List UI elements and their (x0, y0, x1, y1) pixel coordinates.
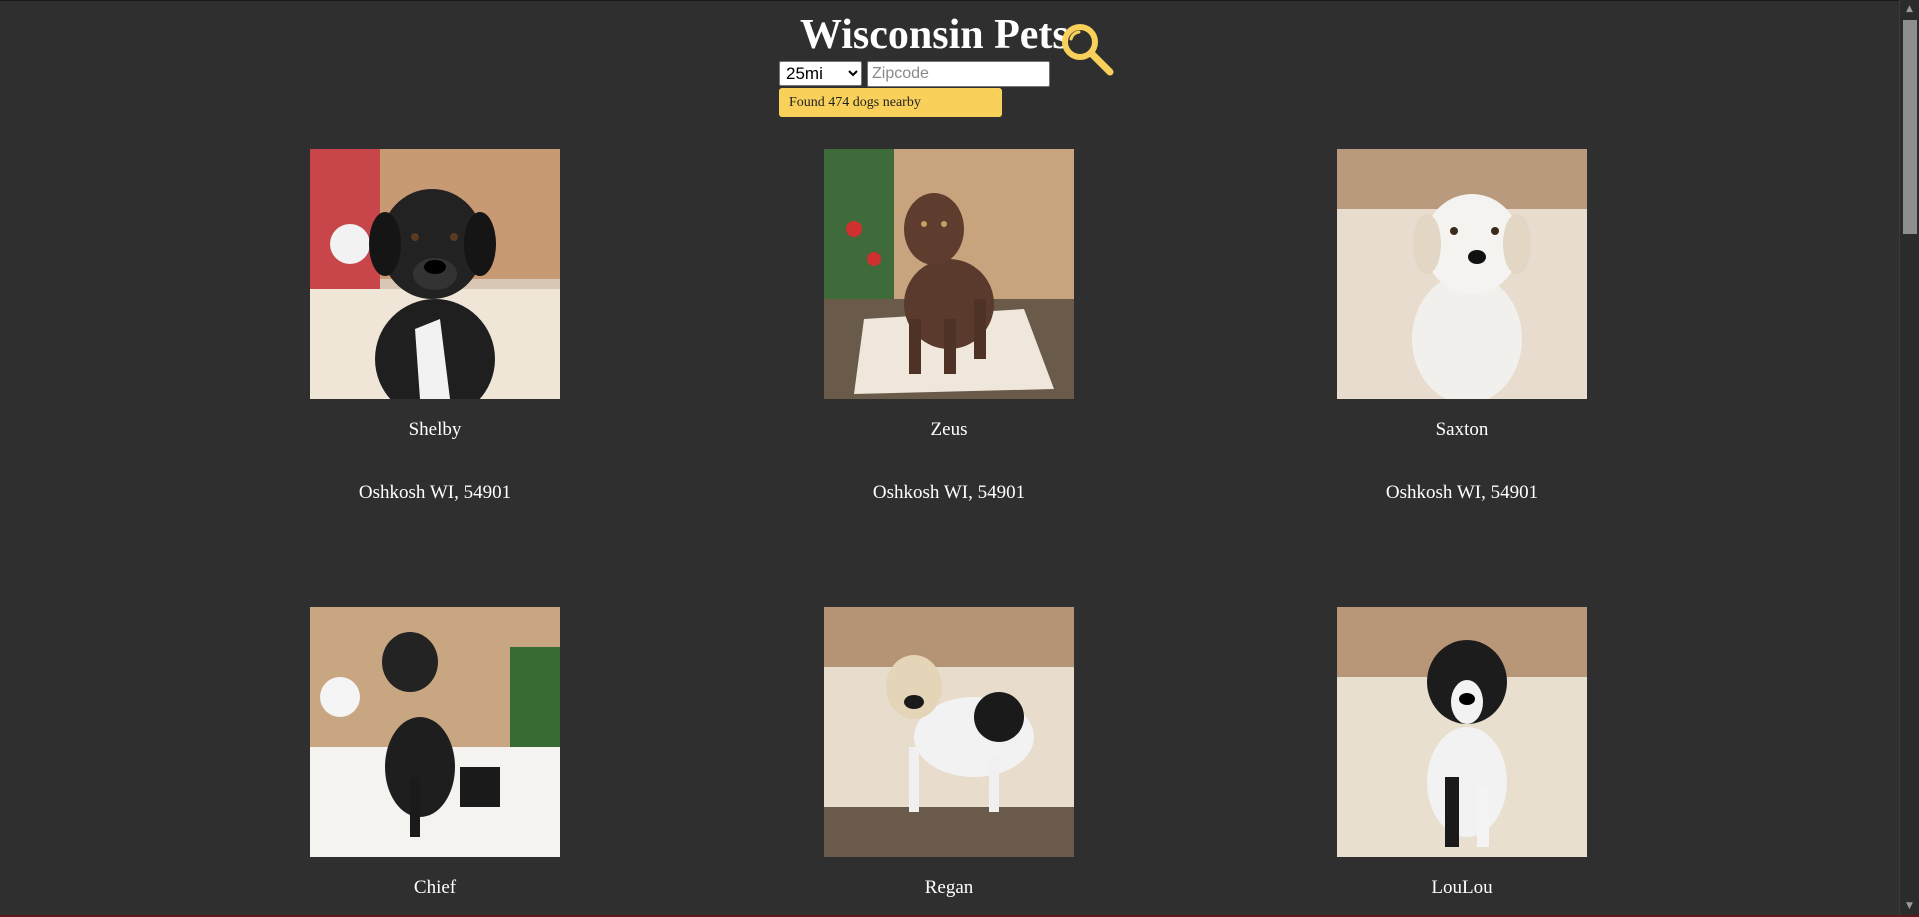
dog-name[interactable]: Zeus (774, 419, 1124, 441)
dog-photo[interactable] (1337, 607, 1587, 857)
vertical-scrollbar[interactable]: ▲ ▼ (1899, 0, 1919, 917)
dog-name[interactable]: LouLou (1287, 877, 1637, 899)
dog-photo[interactable] (310, 607, 560, 857)
dog-card[interactable]: LouLou (1337, 607, 1587, 898)
dog-results-grid: Shelby Oshkosh WI, 54901 Zeus Oshkosh WI… (0, 0, 1862, 917)
dog-name[interactable]: Chief (260, 877, 610, 899)
dog-name[interactable]: Saxton (1287, 419, 1637, 441)
chevron-up-icon[interactable]: ▲ (1900, 1, 1919, 18)
dog-photo[interactable] (824, 607, 1074, 857)
dog-name[interactable]: Shelby (260, 419, 610, 441)
dog-card[interactable]: Chief (310, 607, 560, 898)
dog-card[interactable]: Regan (824, 607, 1074, 898)
scrollbar-thumb[interactable] (1903, 20, 1917, 234)
dog-card[interactable]: Zeus Oshkosh WI, 54901 (824, 149, 1074, 503)
dog-photo[interactable] (824, 149, 1074, 399)
dog-location: Oshkosh WI, 54901 (1385, 482, 1539, 503)
dog-name[interactable]: Regan (774, 877, 1124, 899)
dog-location: Oshkosh WI, 54901 (358, 482, 512, 503)
dog-photo[interactable] (310, 149, 560, 399)
dog-card[interactable]: Saxton Oshkosh WI, 54901 (1337, 149, 1587, 503)
chevron-down-icon[interactable]: ▼ (1900, 898, 1919, 915)
dog-photo[interactable] (1337, 149, 1587, 399)
dog-location: Oshkosh WI, 54901 (872, 482, 1026, 503)
dog-card[interactable]: Shelby Oshkosh WI, 54901 (310, 149, 560, 503)
